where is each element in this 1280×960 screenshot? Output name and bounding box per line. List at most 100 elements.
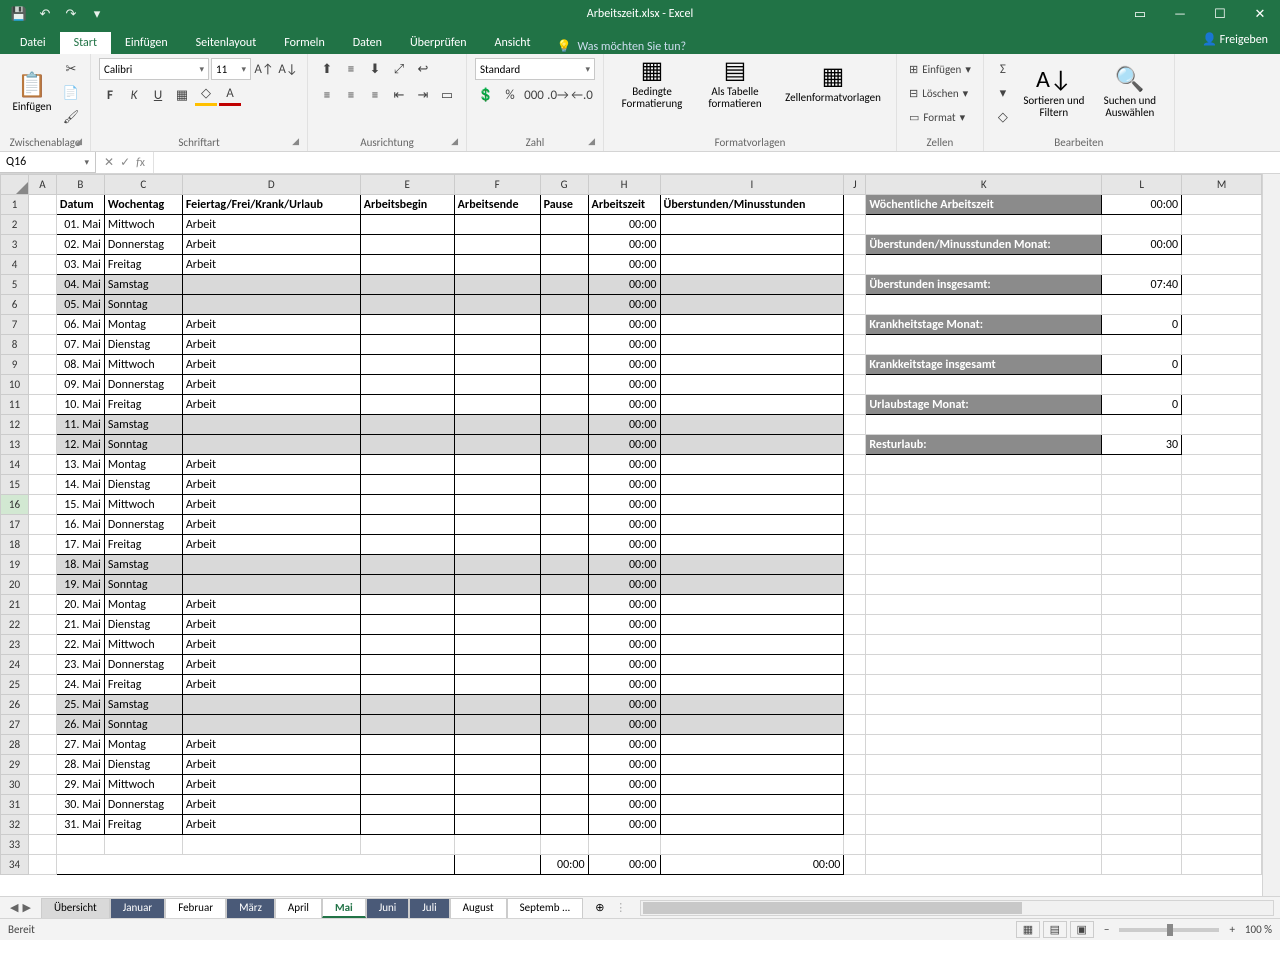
cell-D18[interactable]: Arbeit bbox=[182, 535, 360, 555]
cell-J13[interactable] bbox=[844, 435, 866, 455]
col-header-E[interactable]: E bbox=[360, 175, 454, 195]
summary-val-6[interactable]: 0 bbox=[1102, 315, 1182, 335]
cell-L32[interactable] bbox=[1102, 815, 1182, 835]
merge-icon[interactable]: ▭ bbox=[436, 84, 458, 106]
cell-M7[interactable] bbox=[1182, 315, 1262, 335]
cell-M14[interactable] bbox=[1182, 455, 1262, 475]
cell-F24[interactable] bbox=[454, 655, 540, 675]
cell-L33[interactable] bbox=[1102, 835, 1182, 855]
cell-I24[interactable] bbox=[660, 655, 844, 675]
cell-A13[interactable] bbox=[28, 435, 56, 455]
row-header-25[interactable]: 25 bbox=[1, 675, 29, 695]
cell-F26[interactable] bbox=[454, 695, 540, 715]
cell-I30[interactable] bbox=[660, 775, 844, 795]
cell-B3[interactable]: 02. Mai bbox=[56, 235, 104, 255]
align-left-icon[interactable]: ≡ bbox=[316, 84, 338, 106]
cell-H11[interactable]: 00:00 bbox=[588, 395, 660, 415]
cell-K14[interactable] bbox=[866, 455, 1102, 475]
cell-L34[interactable] bbox=[1102, 855, 1182, 875]
cell-I31[interactable] bbox=[660, 795, 844, 815]
cell-A9[interactable] bbox=[28, 355, 56, 375]
row-header-4[interactable]: 4 bbox=[1, 255, 29, 275]
cell-H5[interactable]: 00:00 bbox=[588, 275, 660, 295]
cell-A16[interactable] bbox=[28, 495, 56, 515]
cell-M34[interactable] bbox=[1182, 855, 1262, 875]
cell-M29[interactable] bbox=[1182, 755, 1262, 775]
cell-I28[interactable] bbox=[660, 735, 844, 755]
summary-label-10[interactable]: Urlaubstage Monat: bbox=[866, 395, 1102, 415]
cell-E22[interactable] bbox=[360, 615, 454, 635]
cell-M24[interactable] bbox=[1182, 655, 1262, 675]
cell-M3[interactable] bbox=[1182, 235, 1262, 255]
cell-G12[interactable] bbox=[540, 415, 588, 435]
cell-K23[interactable] bbox=[866, 635, 1102, 655]
cell-J11[interactable] bbox=[844, 395, 866, 415]
cell-C33[interactable] bbox=[104, 835, 182, 855]
cell-J18[interactable] bbox=[844, 535, 866, 555]
cell-C25[interactable]: Freitag bbox=[104, 675, 182, 695]
orientation-icon[interactable]: ⤢ bbox=[388, 58, 410, 80]
cell-H19[interactable]: 00:00 bbox=[588, 555, 660, 575]
cell-A30[interactable] bbox=[28, 775, 56, 795]
maximize-icon[interactable]: ☐ bbox=[1200, 0, 1240, 28]
cell-K34[interactable] bbox=[866, 855, 1102, 875]
zoom-in-icon[interactable]: + bbox=[1229, 923, 1234, 936]
cell-F15[interactable] bbox=[454, 475, 540, 495]
cell-J19[interactable] bbox=[844, 555, 866, 575]
sheet-tab-septemb[interactable]: Septemb ... bbox=[507, 898, 584, 918]
cell-L18[interactable] bbox=[1102, 535, 1182, 555]
sheet-nav-prev-icon[interactable]: ◀ bbox=[10, 901, 18, 914]
cell-D21[interactable]: Arbeit bbox=[182, 595, 360, 615]
cell-A23[interactable] bbox=[28, 635, 56, 655]
cell-H4[interactable]: 00:00 bbox=[588, 255, 660, 275]
row-header-27[interactable]: 27 bbox=[1, 715, 29, 735]
cell-H30[interactable]: 00:00 bbox=[588, 775, 660, 795]
cell-M6[interactable] bbox=[1182, 295, 1262, 315]
cell-C3[interactable]: Donnerstag bbox=[104, 235, 182, 255]
cell-H7[interactable]: 00:00 bbox=[588, 315, 660, 335]
sheet-tab-mai[interactable]: Mai bbox=[322, 898, 366, 918]
cell-G19[interactable] bbox=[540, 555, 588, 575]
cell-C26[interactable]: Samstag bbox=[104, 695, 182, 715]
cell-E29[interactable] bbox=[360, 755, 454, 775]
row-header-34[interactable]: 34 bbox=[1, 855, 29, 875]
cell-F23[interactable] bbox=[454, 635, 540, 655]
cell-G4[interactable] bbox=[540, 255, 588, 275]
cell-C24[interactable]: Donnerstag bbox=[104, 655, 182, 675]
cell-B24[interactable]: 23. Mai bbox=[56, 655, 104, 675]
col-header-B[interactable]: B bbox=[56, 175, 104, 195]
row-header-20[interactable]: 20 bbox=[1, 575, 29, 595]
share-button[interactable]: 👤 Freigeben bbox=[1202, 32, 1268, 47]
cell-J15[interactable] bbox=[844, 475, 866, 495]
cell-F14[interactable] bbox=[454, 455, 540, 475]
cell-L28[interactable] bbox=[1102, 735, 1182, 755]
summary-val-2[interactable]: 00:00 bbox=[1102, 235, 1182, 255]
row-header-29[interactable]: 29 bbox=[1, 755, 29, 775]
conditional-format-button[interactable]: ▦Bedingte Formatierung bbox=[612, 58, 692, 111]
cell-A29[interactable] bbox=[28, 755, 56, 775]
cell-D8[interactable]: Arbeit bbox=[182, 335, 360, 355]
clipboard-dlg-icon[interactable]: ◢ bbox=[75, 136, 82, 147]
undo-icon[interactable]: ↶ bbox=[34, 3, 56, 25]
cell-C15[interactable]: Dienstag bbox=[104, 475, 182, 495]
tab-layout[interactable]: Seitenlayout bbox=[182, 32, 271, 54]
cell-K26[interactable] bbox=[866, 695, 1102, 715]
cell-F7[interactable] bbox=[454, 315, 540, 335]
cell-M1[interactable] bbox=[1182, 195, 1262, 215]
format-table-button[interactable]: ▤Als Tabelle formatieren bbox=[696, 58, 774, 111]
cell-A8[interactable] bbox=[28, 335, 56, 355]
fill-color-icon[interactable]: ◇ bbox=[195, 84, 217, 106]
cell-G27[interactable] bbox=[540, 715, 588, 735]
cell-J23[interactable] bbox=[844, 635, 866, 655]
underline-icon[interactable]: U bbox=[147, 84, 169, 106]
cell-A34[interactable] bbox=[28, 855, 56, 875]
tab-view[interactable]: Ansicht bbox=[481, 32, 545, 54]
cell-A25[interactable] bbox=[28, 675, 56, 695]
cell-G25[interactable] bbox=[540, 675, 588, 695]
cell-G32[interactable] bbox=[540, 815, 588, 835]
cell-M25[interactable] bbox=[1182, 675, 1262, 695]
cell-F20[interactable] bbox=[454, 575, 540, 595]
cell-C9[interactable]: Mittwoch bbox=[104, 355, 182, 375]
cell-D28[interactable]: Arbeit bbox=[182, 735, 360, 755]
cell-L30[interactable] bbox=[1102, 775, 1182, 795]
